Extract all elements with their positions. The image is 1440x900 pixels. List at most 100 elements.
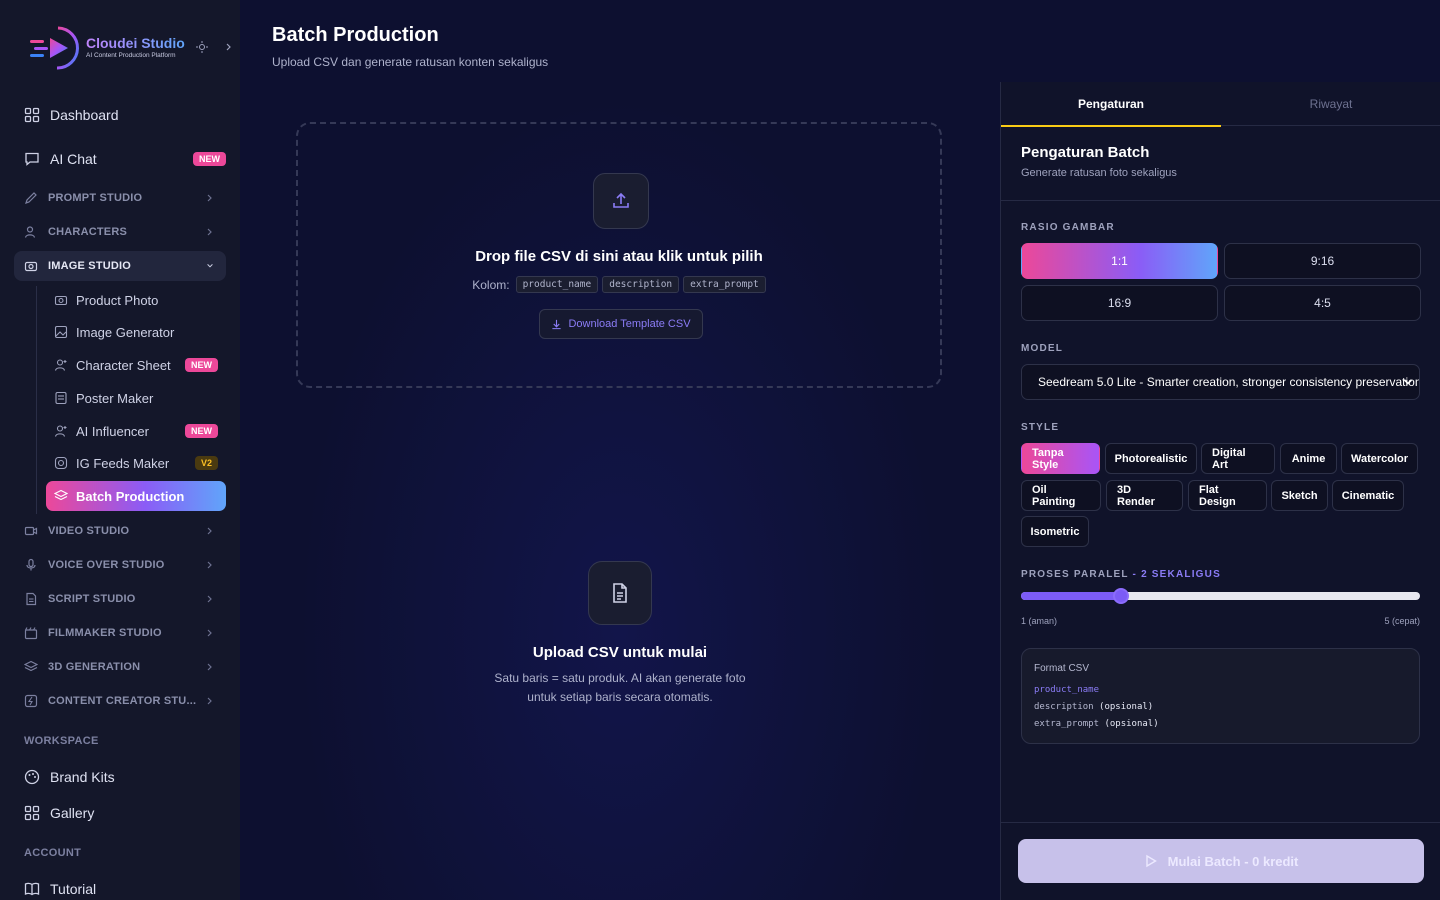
nav-group-characters[interactable]: CHARACTERS [14,217,226,247]
ratio-label: RASIO GAMBAR [1021,222,1115,233]
ratio-option[interactable]: 1:1 [1021,243,1218,279]
panel-footer-divider [1001,822,1440,823]
csv-field: product_name [1034,682,1407,699]
style-chip[interactable]: Watercolor [1341,443,1418,474]
collapse-sidebar-icon[interactable] [225,41,233,53]
nav-group-video-studio[interactable]: VIDEO STUDIO [14,516,226,546]
theme-toggle-icon[interactable] [196,41,208,53]
sidebar: Cloudei Studio AI Content Production Pla… [0,0,240,900]
user-plus-icon [54,359,67,371]
nav-dashboard[interactable]: Dashboard [14,99,226,131]
brand-tagline: AI Content Production Platform [86,52,176,59]
layers-icon [24,660,38,672]
nav-group-label: IMAGE STUDIO [48,260,132,272]
style-chip[interactable]: Anime [1280,443,1337,474]
page-title: Batch Production [272,24,439,46]
nav-group-3d-generation[interactable]: 3D GENERATION [14,652,226,682]
chevron-right-icon [207,629,212,637]
style-chip[interactable]: Sketch [1271,480,1328,511]
document-icon [613,583,627,603]
start-batch-label: Mulai Batch - 0 kredit [1167,853,1299,869]
style-chip[interactable]: Digital Art [1201,443,1275,474]
nav-group-voice-over-studio[interactable]: VOICE OVER STUDIO [14,550,226,580]
style-chip[interactable]: Photorealistic [1105,443,1197,474]
style-chip[interactable]: Oil Painting [1021,480,1101,511]
sub-item-label: Batch Production [76,488,185,504]
chevron-down-icon [1403,379,1413,385]
new-badge: NEW [193,152,226,166]
nav-group-script-studio[interactable]: SCRIPT STUDIO [14,584,226,614]
parallel-value: 2 SEKALIGUS [1141,569,1221,580]
nav-tutorial[interactable]: Tutorial [14,873,226,900]
model-select-value: Seedream 5.0 Lite - Smarter creation, st… [1038,375,1420,389]
nav-group-label: SCRIPT STUDIO [48,593,136,605]
chevron-right-icon [207,697,212,705]
sub-item-label: Product Photo [76,292,159,308]
style-chip[interactable]: Cinematic [1332,480,1404,511]
zap-icon [24,694,38,708]
image-icon [54,325,68,339]
style-chip[interactable]: 3D Render [1106,480,1183,511]
tab-riwayat[interactable]: Riwayat [1221,82,1440,126]
nav-character-sheet[interactable]: Character Sheet NEW [46,350,226,380]
nav-poster-maker[interactable]: Poster Maker [46,383,226,413]
nav-batch-production[interactable]: Batch Production [46,481,226,511]
sub-item-label: Image Generator [76,324,175,340]
parallel-slider[interactable] [1021,588,1420,604]
style-chip[interactable]: Tanpa Style [1021,443,1100,474]
upload-icon [613,192,629,208]
nav-brand-kits[interactable]: Brand Kits [14,761,226,793]
chevron-down-icon [207,264,213,268]
nav-group-filmmaker-studio[interactable]: FILMMAKER STUDIO [14,618,226,648]
nav-group-label: FILMMAKER STUDIO [48,627,162,639]
clapper-icon [24,627,38,640]
nav-product-photo[interactable]: Product Photo [46,285,226,315]
csv-field-name: product_name [1034,685,1100,695]
slider-thumb[interactable] [1112,588,1129,604]
palette-icon [24,769,40,785]
sub-item-label: AI Influencer [76,423,149,439]
nav-label: Gallery [50,805,95,821]
sub-item-label: Character Sheet [76,357,171,373]
nav-ai-chat[interactable]: AI Chat NEW [14,143,226,175]
book-icon [24,882,40,896]
nav-label: AI Chat [50,151,97,167]
empty-state-title: Upload CSV untuk mulai [532,644,708,661]
download-template-button[interactable]: Download Template CSV [539,309,703,339]
nav-gallery[interactable]: Gallery [14,797,226,829]
dropzone-title: Drop file CSV di sini atau klik untuk pi… [475,248,763,265]
ratio-option[interactable]: 16:9 [1021,285,1218,321]
start-batch-button[interactable]: Mulai Batch - 0 kredit [1018,839,1424,883]
tab-pengaturan[interactable]: Pengaturan [1001,82,1221,127]
document-icon [26,592,37,606]
panel-divider [1001,200,1440,201]
nav-group-prompt-studio[interactable]: PROMPT STUDIO [14,183,226,213]
nav-group-content-creator-studio[interactable]: CONTENT CREATOR STU... [14,686,226,716]
chevron-right-icon [207,228,212,236]
user-plus-icon [54,425,67,437]
style-chip[interactable]: Flat Design [1188,480,1267,511]
grid-icon [24,805,40,821]
settings-panel: Pengaturan Riwayat Pengaturan Batch Gene… [1000,82,1440,900]
nav-image-generator[interactable]: Image Generator [46,317,226,347]
nav-ai-influencer[interactable]: AI Influencer NEW [46,416,226,446]
grid-icon [24,107,40,123]
chevron-right-icon [207,663,212,671]
slider-min-label: 1 (aman) [1021,616,1058,626]
column-chip: extra_prompt [683,276,766,293]
ratio-option[interactable]: 9:16 [1224,243,1421,279]
ratio-option[interactable]: 4:5 [1224,285,1421,321]
nav-group-image-studio[interactable]: IMAGE STUDIO [14,251,226,281]
nav-group-label: CHARACTERS [48,226,127,238]
poster-icon [55,391,67,405]
parallel-label: PROSES PARALEL - 2 SEKALIGUS [1021,569,1221,580]
model-select[interactable]: Seedream 5.0 Lite - Smarter creation, st… [1021,364,1420,400]
nav-ig-feeds-maker[interactable]: IG Feeds Maker V2 [46,448,226,478]
model-label: MODEL [1021,343,1064,354]
nav-label: Tutorial [50,881,97,897]
csv-field-name: extra_prompt [1034,719,1100,729]
chevron-right-icon [207,595,212,603]
csv-dropzone[interactable]: Drop file CSV di sini atau klik untuk pi… [296,122,942,388]
new-badge: NEW [185,358,218,372]
style-chip[interactable]: Isometric [1021,516,1089,547]
